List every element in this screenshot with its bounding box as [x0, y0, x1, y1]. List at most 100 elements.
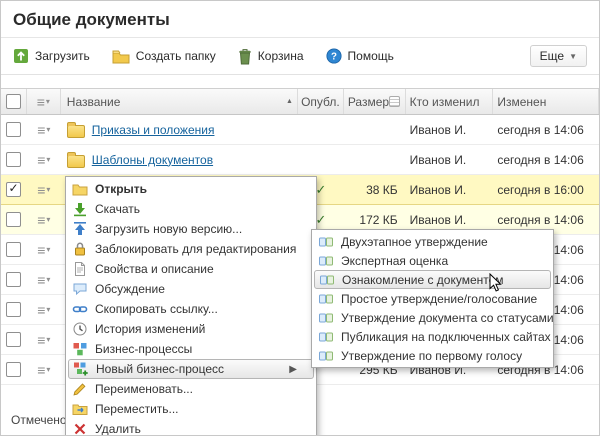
- help-button[interactable]: ? Помощь: [326, 48, 394, 64]
- row-checkbox[interactable]: [6, 152, 21, 167]
- header-modified[interactable]: Изменен: [493, 89, 599, 114]
- sort-asc-icon: ▲: [286, 98, 293, 105]
- submenu-item-two-stage-approval[interactable]: Двухэтапное утверждение: [314, 232, 551, 251]
- row-menu-button[interactable]: ≡▾: [37, 153, 50, 167]
- submenu-item-first-vote-approval[interactable]: Утверждение по первому голосу: [314, 346, 551, 365]
- row-menu-button[interactable]: ≡▾: [37, 183, 50, 197]
- menu-item-new-business-process[interactable]: Новый бизнес-процесс ▶: [68, 359, 314, 379]
- trash-button[interactable]: Корзина: [238, 48, 304, 65]
- workflow-icon: [318, 348, 334, 364]
- download-icon: [72, 201, 88, 217]
- header-modified-by[interactable]: Кто изменил: [406, 89, 494, 114]
- menu-item-move[interactable]: Переместить...: [68, 399, 314, 419]
- modified-cell: сегодня в 16:00: [493, 183, 599, 197]
- business-process-submenu: Двухэтапное утверждение Экспертная оценк…: [311, 229, 554, 368]
- help-icon: ?: [326, 48, 342, 64]
- published-check-icon: ✓: [315, 182, 326, 198]
- menu-item-history[interactable]: История изменений: [68, 319, 314, 339]
- create-folder-button[interactable]: Создать папку: [112, 49, 216, 64]
- submenu-item-expert-evaluation[interactable]: Экспертная оценка: [314, 251, 551, 270]
- header-menu-cell: ≡▾: [27, 89, 61, 114]
- menu-item-lock[interactable]: Заблокировать для редактирования: [68, 239, 314, 259]
- row-menu-button[interactable]: ≡▾: [37, 363, 50, 377]
- modified-by-cell: Иванов И.: [406, 183, 494, 197]
- row-menu-button[interactable]: ≡▾: [37, 123, 50, 137]
- row-menu-button[interactable]: ≡▾: [37, 333, 50, 347]
- submenu-item-simple-approval[interactable]: Простое утверждение/голосование: [314, 289, 551, 308]
- new-folder-icon: [112, 49, 130, 64]
- selection-status: Отмечено:: [11, 413, 70, 427]
- move-icon: [72, 401, 88, 417]
- column-settings-icon[interactable]: [389, 96, 400, 107]
- bulk-menu-button[interactable]: ≡▾: [37, 95, 50, 109]
- folder-icon: [67, 125, 85, 138]
- page-title: Общие документы: [1, 1, 599, 38]
- row-menu-button[interactable]: ≡▾: [37, 273, 50, 287]
- row-checkbox[interactable]: [6, 362, 21, 377]
- row-checkbox[interactable]: [6, 242, 21, 257]
- header-published[interactable]: Опубл.: [298, 89, 344, 114]
- mouse-cursor: [489, 273, 502, 298]
- more-label: Еще: [540, 49, 564, 63]
- row-checkbox[interactable]: [6, 272, 21, 287]
- upload-button[interactable]: Загрузить: [13, 48, 90, 64]
- workflow-icon: [318, 291, 334, 307]
- row-checkbox-checked[interactable]: [6, 182, 21, 197]
- copy-link-icon: [72, 301, 88, 317]
- row-menu-button[interactable]: ≡▾: [37, 303, 50, 317]
- business-process-icon: [72, 341, 88, 357]
- help-label: Помощь: [348, 49, 394, 63]
- submenu-item-document-review[interactable]: Ознакомление с документом: [314, 270, 551, 289]
- modified-by-cell: Иванов И.: [406, 153, 494, 167]
- workflow-icon: [318, 310, 334, 326]
- header-name[interactable]: Название▲: [61, 89, 298, 114]
- submenu-item-site-publication[interactable]: Публикация на подключенных сайтах: [314, 327, 551, 346]
- modified-by-cell: Иванов И.: [406, 123, 494, 137]
- workflow-icon: [319, 272, 335, 288]
- workflow-icon: [318, 329, 334, 345]
- folder-link[interactable]: Приказы и положения: [92, 123, 215, 137]
- upload-label: Загрузить: [35, 49, 90, 63]
- create-folder-label: Создать папку: [136, 49, 216, 63]
- row-checkbox[interactable]: [6, 302, 21, 317]
- properties-icon: [72, 261, 88, 277]
- select-all-checkbox[interactable]: [6, 94, 21, 109]
- submenu-arrow-icon: ▶: [289, 364, 297, 375]
- menu-item-rename[interactable]: Переименовать...: [68, 379, 314, 399]
- workflow-icon: [318, 234, 334, 250]
- discussion-icon: [72, 281, 88, 297]
- folder-icon: [67, 155, 85, 168]
- table-row: ≡▾ Шаблоны документов Иванов И. сегодня …: [1, 145, 599, 175]
- menu-item-open[interactable]: Открыть: [68, 179, 314, 199]
- header-size[interactable]: Размер: [344, 89, 406, 114]
- open-folder-icon: [72, 181, 88, 197]
- row-checkbox[interactable]: [6, 212, 21, 227]
- submenu-item-status-approval[interactable]: Утверждение документа со статусами: [314, 308, 551, 327]
- row-menu-button[interactable]: ≡▾: [37, 243, 50, 257]
- menu-item-properties[interactable]: Свойства и описание: [68, 259, 314, 279]
- row-checkbox[interactable]: [6, 122, 21, 137]
- context-menu: Открыть Скачать Загрузить новую версию..…: [65, 176, 317, 436]
- row-checkbox[interactable]: [6, 332, 21, 347]
- row-menu-button[interactable]: ≡▾: [37, 213, 50, 227]
- header-checkbox-cell: [1, 89, 27, 114]
- menu-item-copy-link[interactable]: Скопировать ссылку...: [68, 299, 314, 319]
- toolbar: Загрузить Создать папку Корзина ? Помощь…: [1, 38, 599, 75]
- menu-item-download[interactable]: Скачать: [68, 199, 314, 219]
- new-business-process-icon: [73, 361, 89, 377]
- shared-documents-window: Общие документы Загрузить Создать папку …: [0, 0, 600, 436]
- modified-cell: сегодня в 14:06: [493, 153, 599, 167]
- svg-text:?: ?: [331, 52, 337, 63]
- menu-item-business-processes[interactable]: Бизнес-процессы: [68, 339, 314, 359]
- menu-item-upload-new-version[interactable]: Загрузить новую версию...: [68, 219, 314, 239]
- more-button[interactable]: Еще ▼: [530, 45, 587, 67]
- menu-item-delete[interactable]: Удалить: [68, 419, 314, 436]
- chevron-down-icon: ▼: [569, 52, 577, 61]
- published-check-icon: ✓: [315, 212, 326, 228]
- table-row: ≡▾ Приказы и положения Иванов И. сегодня…: [1, 115, 599, 145]
- menu-item-discussion[interactable]: Обсуждение: [68, 279, 314, 299]
- modified-cell: сегодня в 14:06: [493, 213, 599, 227]
- trash-label: Корзина: [258, 49, 304, 63]
- folder-link[interactable]: Шаблоны документов: [92, 153, 213, 167]
- delete-icon: [72, 421, 88, 436]
